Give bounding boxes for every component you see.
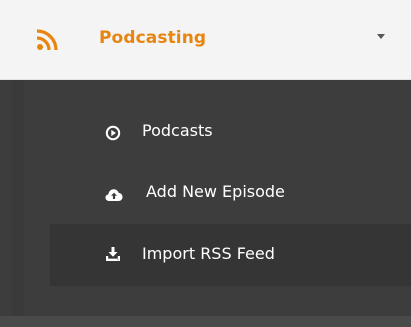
panel-bottom-edge: [0, 316, 411, 327]
submenu-item-label: Import RSS Feed: [142, 244, 275, 263]
caret-down-icon[interactable]: [377, 34, 385, 39]
play-circle-icon: [105, 125, 121, 141]
rss-icon: [36, 29, 58, 51]
podcasting-panel: Podcasting Podcasts Add New Episode Impo…: [0, 0, 411, 327]
cloud-upload-icon: [105, 189, 123, 201]
submenu-item-podcasts[interactable]: Podcasts: [50, 102, 411, 164]
submenu-item-import-rss-feed[interactable]: Import RSS Feed: [50, 224, 411, 286]
podcasting-menu-header[interactable]: Podcasting: [0, 0, 411, 80]
menu-title: Podcasting: [99, 28, 207, 48]
submenu-item-add-new-episode[interactable]: Add New Episode: [50, 163, 411, 225]
podcasting-submenu: Podcasts Add New Episode Import RSS Feed: [12, 80, 411, 327]
download-icon: [106, 247, 120, 261]
submenu-edge: [12, 80, 24, 327]
submenu-item-label: Add New Episode: [146, 182, 285, 201]
submenu-item-label: Podcasts: [142, 121, 213, 140]
